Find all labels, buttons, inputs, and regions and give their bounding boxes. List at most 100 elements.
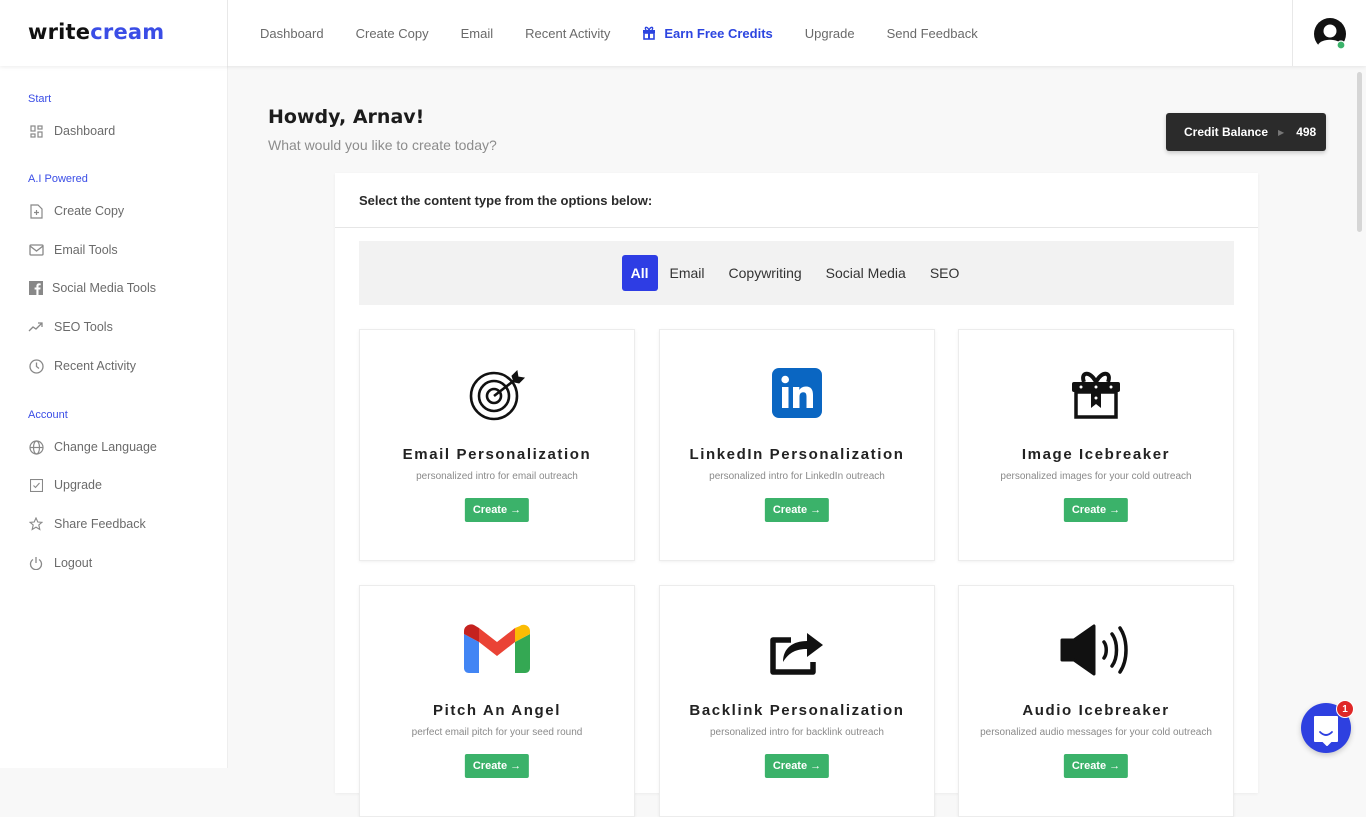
card-title: Audio Icebreaker: [1022, 702, 1170, 719]
sidebar-item-logout[interactable]: Logout: [28, 555, 92, 571]
main-content: Howdy, Arnav! What would you like to cre…: [228, 66, 1352, 817]
create-button[interactable]: Create →: [1063, 498, 1129, 522]
sidebar-item-label: Upgrade: [54, 478, 102, 492]
chevron-right-icon: ▶: [1278, 127, 1285, 137]
sidebar-item-recent-activity[interactable]: Recent Activity: [28, 358, 136, 374]
tab-copywriting[interactable]: Copywriting: [717, 255, 814, 291]
sidebar: Start Dashboard A.I Powered Create Copy …: [0, 66, 228, 768]
target-icon: [360, 368, 634, 422]
clock-icon: [28, 358, 44, 374]
section-account: Account: [28, 409, 68, 421]
tab-email[interactable]: Email: [658, 255, 717, 291]
logo-text-write: write: [28, 20, 91, 44]
sidebar-item-label: Dashboard: [54, 124, 116, 138]
create-button[interactable]: Create →: [464, 498, 530, 522]
logo-area: writecream: [0, 0, 228, 66]
create-button[interactable]: Create →: [464, 754, 530, 778]
grid-icon: [28, 123, 44, 139]
sidebar-item-label: Change Language: [54, 440, 157, 454]
section-start: Start: [28, 93, 52, 105]
star-icon: [28, 516, 44, 532]
top-nav: Dashboard Create Copy Email Recent Activ…: [260, 0, 1010, 66]
user-area: [1292, 0, 1366, 66]
card-description: personalized audio messages for your col…: [980, 727, 1212, 738]
sidebar-item-label: Email Tools: [54, 243, 118, 257]
credit-balance-label: Credit Balance: [1184, 125, 1269, 139]
file-plus-icon: [28, 203, 44, 219]
linkedin-icon: [660, 368, 934, 422]
online-status-dot: [1336, 40, 1346, 50]
greeting: Howdy, Arnav!: [268, 106, 425, 128]
card-description: personalized intro for backlink outreach: [710, 727, 884, 738]
gift-box-icon: [959, 368, 1233, 422]
panel-title: Select the content type from the options…: [335, 173, 1258, 228]
greeting-subtitle: What would you like to create today?: [268, 137, 497, 153]
page-scrollbar[interactable]: [1357, 72, 1362, 232]
card-title: Backlink Personalization: [689, 702, 905, 719]
sidebar-item-dashboard[interactable]: Dashboard: [28, 123, 115, 139]
sidebar-item-email-tools[interactable]: Email Tools: [28, 242, 118, 258]
power-icon: [28, 555, 44, 571]
card-description: perfect email pitch for your seed round: [411, 727, 583, 738]
nav-recent-activity[interactable]: Recent Activity: [525, 26, 610, 41]
card-title: Image Icebreaker: [1021, 446, 1171, 463]
nav-upgrade[interactable]: Upgrade: [805, 26, 855, 41]
sidebar-item-label: Social Media Tools: [52, 281, 156, 295]
globe-icon: [28, 439, 44, 455]
card-email-personalization: Email Personalization personalized intro…: [359, 329, 635, 561]
nav-earn-free-credits[interactable]: Earn Free Credits: [642, 25, 773, 41]
sidebar-item-create-copy[interactable]: Create Copy: [28, 203, 124, 219]
gmail-icon: [360, 624, 634, 678]
card-description: personalized intro for email outreach: [416, 471, 578, 482]
sidebar-item-label: Create Copy: [54, 204, 125, 218]
card-pitch-an-angel: Pitch An Angel perfect email pitch for y…: [359, 585, 635, 817]
create-button[interactable]: Create →: [764, 754, 830, 778]
nav-send-feedback[interactable]: Send Feedback: [887, 26, 978, 41]
create-button[interactable]: Create →: [1063, 754, 1129, 778]
sidebar-item-label: Recent Activity: [54, 359, 136, 373]
nav-dashboard[interactable]: Dashboard: [260, 26, 324, 41]
card-audio-icebreaker: Audio Icebreaker personalized audio mess…: [958, 585, 1234, 817]
card-description: personalized images for your cold outrea…: [1000, 471, 1192, 482]
sidebar-item-share-feedback[interactable]: Share Feedback: [28, 516, 146, 532]
gift-icon: [643, 26, 656, 40]
sidebar-item-social-media-tools[interactable]: Social Media Tools: [28, 280, 156, 296]
nav-earn-label: Earn Free Credits: [664, 25, 773, 41]
sidebar-item-label: SEO Tools: [54, 320, 113, 334]
credit-balance-badge[interactable]: Credit Balance ▶ 498: [1166, 113, 1326, 151]
create-button[interactable]: Create →: [764, 498, 830, 522]
top-header: writecream Dashboard Create Copy Email R…: [0, 0, 1366, 66]
share-icon: [660, 624, 934, 678]
card-title: Email Personalization: [402, 446, 592, 463]
logo-text-cream: cream: [90, 20, 165, 44]
sidebar-item-label: Logout: [54, 556, 93, 570]
nav-email[interactable]: Email: [461, 26, 494, 41]
card-image-icebreaker: Image Icebreaker personalized images for…: [958, 329, 1234, 561]
card-title: Pitch An Angel: [433, 702, 561, 719]
trending-up-icon: [28, 319, 44, 335]
tab-all[interactable]: All: [621, 255, 658, 291]
check-square-icon: [28, 477, 44, 493]
content-type-panel: Select the content type from the options…: [335, 173, 1258, 817]
logo[interactable]: writecream: [28, 20, 164, 44]
card-linkedin-personalization: LinkedIn Personalization personalized in…: [659, 329, 935, 561]
speaker-icon: [959, 624, 1233, 678]
card-description: personalized intro for LinkedIn outreach: [709, 471, 885, 482]
card-backlink-personalization: Backlink Personalization personalized in…: [659, 585, 935, 817]
envelope-icon: [28, 242, 44, 258]
filter-tabs: All Email Copywriting Social Media SEO: [359, 241, 1234, 305]
chat-notification-badge: 1: [1336, 700, 1354, 718]
tab-social-media[interactable]: Social Media: [814, 255, 918, 291]
card-title: LinkedIn Personalization: [689, 446, 905, 463]
sidebar-item-upgrade[interactable]: Upgrade: [28, 477, 102, 493]
facebook-icon: [28, 280, 44, 296]
avatar[interactable]: [1313, 18, 1347, 52]
nav-create-copy[interactable]: Create Copy: [356, 26, 429, 41]
sidebar-item-label: Share Feedback: [54, 517, 146, 531]
section-ai-powered: A.I Powered: [28, 173, 88, 185]
sidebar-item-change-language[interactable]: Change Language: [28, 439, 157, 455]
credit-balance-value: 498: [1296, 125, 1317, 139]
sidebar-item-seo-tools[interactable]: SEO Tools: [28, 319, 113, 335]
chat-widget-button[interactable]: 1: [1301, 700, 1354, 753]
tab-seo[interactable]: SEO: [918, 255, 972, 291]
